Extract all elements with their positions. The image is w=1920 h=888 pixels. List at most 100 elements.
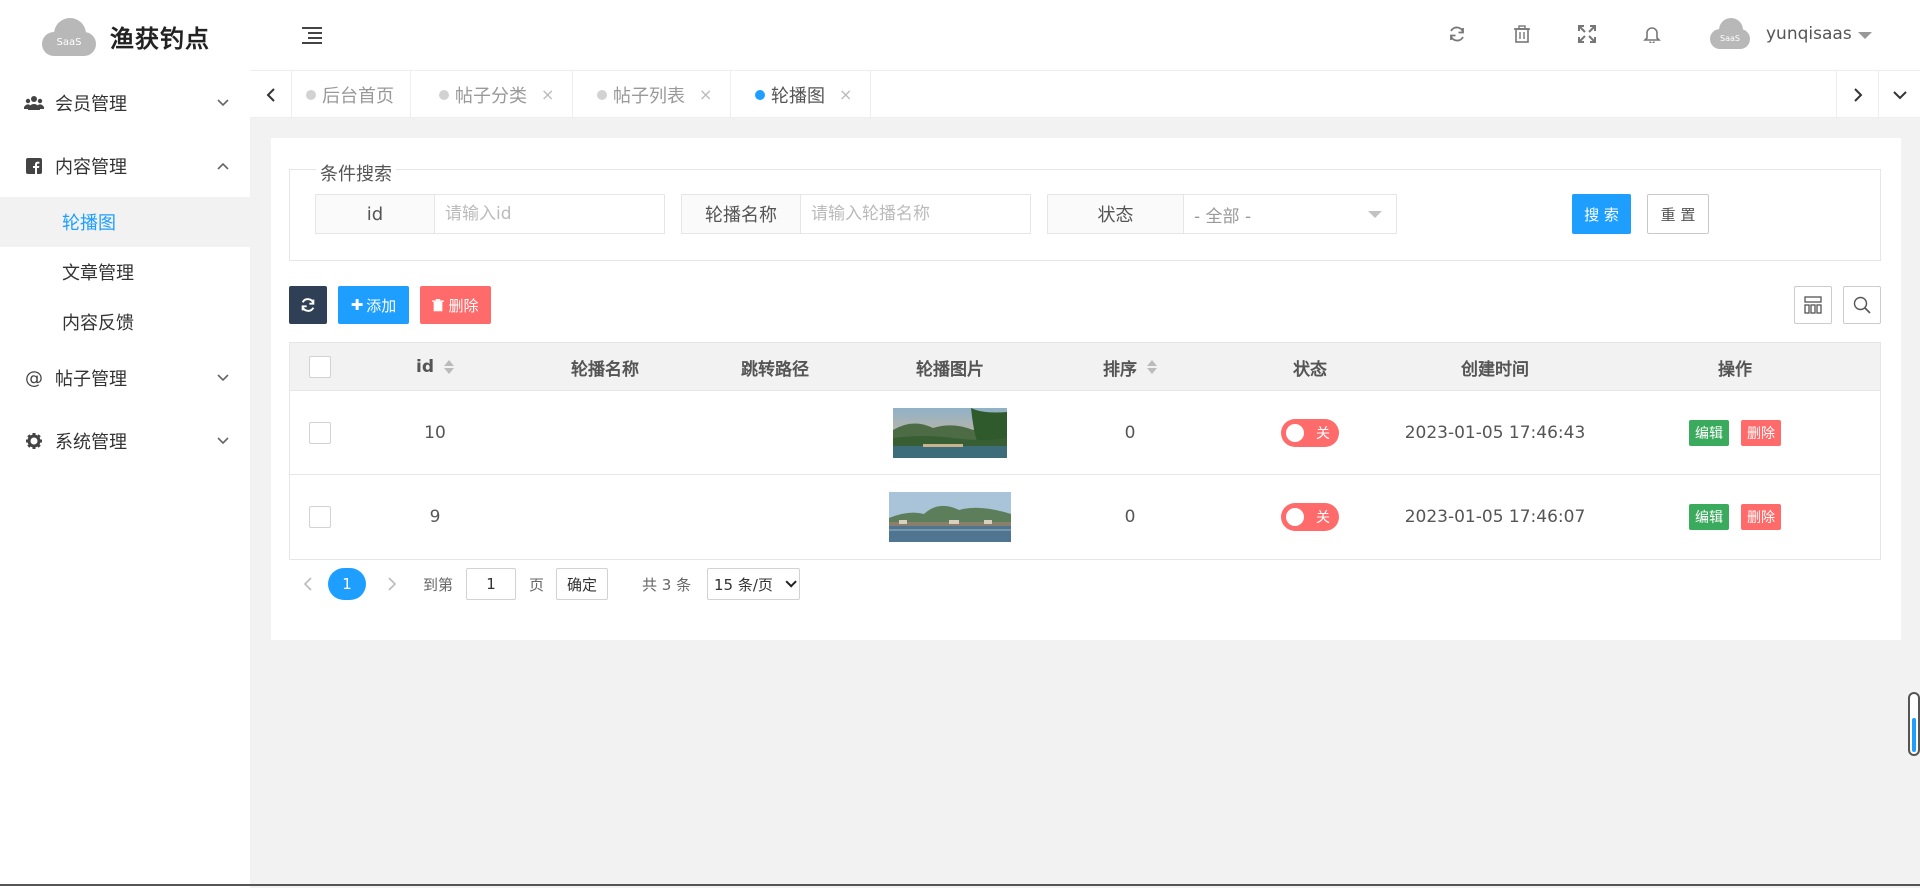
status-select[interactable]: - 全部 -: [1184, 195, 1396, 233]
select-all-cell: [290, 343, 350, 391]
column-filter-button[interactable]: [1794, 286, 1832, 324]
column-header-image: 轮播图片: [916, 359, 984, 380]
menu-toggle-icon[interactable]: [302, 26, 322, 44]
tab-carousel[interactable]: 轮播图 ×: [737, 71, 872, 118]
users-icon: [24, 93, 44, 113]
landscape-thumbnail[interactable]: [893, 408, 1007, 458]
delete-row-button[interactable]: 删除: [1741, 420, 1781, 446]
close-icon[interactable]: ×: [699, 85, 712, 104]
goto-confirm-button[interactable]: 确定: [556, 568, 609, 600]
trash-icon: [432, 298, 445, 311]
chevron-down-icon: [217, 374, 229, 382]
status-toggle[interactable]: 关: [1281, 503, 1339, 531]
sidebar-item-carousel[interactable]: 轮播图: [0, 197, 250, 247]
status-toggle[interactable]: 关: [1281, 419, 1339, 447]
tab-dot: [439, 89, 449, 100]
cell-status: 关: [1220, 391, 1400, 475]
sort-icon[interactable]: [1147, 360, 1157, 374]
row-checkbox-cell: [290, 391, 350, 475]
tab-dashboard[interactable]: 后台首页: [292, 71, 411, 118]
id-input[interactable]: [435, 195, 664, 233]
table-row: 10 0 关 2023-01-05 17:46:43 编辑 删除: [290, 391, 1880, 475]
cell-sort: 0: [1124, 507, 1136, 527]
sidebar-item-label: 内容反馈: [62, 313, 134, 334]
sidebar-group-label: 内容管理: [55, 157, 127, 178]
reset-button[interactable]: 重 置: [1647, 194, 1709, 234]
sidebar-group-posts[interactable]: @ 帖子管理: [0, 353, 250, 403]
scrollbar-handle[interactable]: [1908, 692, 1920, 756]
tabs-scroll-left-button[interactable]: [250, 71, 292, 118]
prev-page-button[interactable]: [303, 568, 313, 600]
chevron-down-icon: [217, 99, 229, 107]
bell-icon[interactable]: [1640, 22, 1664, 46]
sidebar-group-content[interactable]: 内容管理: [0, 141, 250, 191]
page-unit-label: 页: [529, 575, 545, 594]
edit-button[interactable]: 编辑: [1689, 420, 1729, 446]
tab-label: 后台首页: [322, 85, 394, 107]
toggle-search-button[interactable]: [1843, 286, 1881, 324]
columns-icon: [1804, 296, 1822, 314]
created-time: 2023-01-05 17:46:43: [1404, 423, 1586, 443]
cloud-logo-icon: SaaS: [42, 16, 96, 56]
pagination: 1 到第 页 确定 共 3 条 15 条/页: [289, 568, 1189, 600]
avatar-badge: SaaS: [1720, 34, 1740, 43]
tabs-menu-button[interactable]: [1878, 71, 1920, 118]
at-icon: @: [25, 367, 43, 389]
trash-icon[interactable]: [1510, 22, 1534, 46]
sidebar: 会员管理 内容管理 轮播图 文章管理 内容反馈 @ 帖子管理 系统管理: [0, 70, 250, 888]
username[interactable]: yunqisaas: [1766, 24, 1852, 44]
page-size-select[interactable]: 15 条/页: [707, 568, 800, 600]
sort-icon[interactable]: [444, 360, 454, 374]
edit-button[interactable]: 编辑: [1689, 504, 1729, 530]
plus-icon: ✚: [350, 296, 364, 314]
refresh-icon[interactable]: [1445, 22, 1469, 46]
sidebar-group-members[interactable]: 会员管理: [0, 78, 250, 128]
sidebar-item-articles[interactable]: 文章管理: [0, 247, 250, 297]
column-header-path: 跳转路径: [741, 359, 809, 380]
refresh-button[interactable]: [289, 286, 327, 324]
main-card: 条件搜索 id 轮播名称 状态 - 全部 - 搜 索 重 置 ✚ 添加 删除: [271, 138, 1901, 640]
cell-status: 关: [1220, 475, 1400, 559]
page-size-value: 15 条/页: [714, 575, 773, 594]
search-button[interactable]: 搜 索: [1572, 194, 1631, 234]
goto-page-input[interactable]: [466, 568, 516, 600]
tab-dot: [755, 89, 765, 100]
created-time: 2023-01-05 17:46:07: [1404, 507, 1586, 527]
tab-post-categories[interactable]: 帖子分类 ×: [421, 71, 574, 118]
cell-created: 2023-01-05 17:46:07: [1400, 475, 1590, 559]
cell-name: [520, 391, 690, 475]
sidebar-item-label: 轮播图: [62, 213, 116, 234]
sidebar-item-label: 文章管理: [62, 263, 134, 284]
next-page-button[interactable]: [387, 568, 397, 600]
row-checkbox[interactable]: [309, 422, 331, 444]
column-header-sort[interactable]: 排序: [1040, 343, 1220, 391]
close-icon[interactable]: ×: [839, 85, 852, 104]
fullscreen-icon[interactable]: [1575, 22, 1599, 46]
delete-row-button[interactable]: 删除: [1741, 504, 1781, 530]
logo-badge: SaaS: [56, 37, 82, 48]
name-input[interactable]: [801, 195, 1030, 233]
row-checkbox[interactable]: [309, 506, 331, 528]
logo[interactable]: SaaS 渔获钓点: [42, 16, 210, 56]
tab-dot: [597, 89, 607, 100]
column-header-actions: 操作: [1718, 359, 1752, 380]
cell-id: 10: [424, 423, 446, 443]
lake-thumbnail[interactable]: [889, 492, 1011, 542]
sidebar-item-feedback[interactable]: 内容反馈: [0, 297, 250, 347]
tab-post-list[interactable]: 帖子列表 ×: [579, 71, 732, 118]
column-header-id[interactable]: id: [350, 343, 520, 391]
caret-down-icon[interactable]: [1858, 32, 1872, 39]
sidebar-group-system[interactable]: 系统管理: [0, 416, 250, 466]
delete-label: 删除: [448, 296, 479, 315]
cell-path: [690, 475, 860, 559]
add-button[interactable]: ✚ 添加: [338, 286, 409, 324]
gear-icon: [24, 431, 44, 451]
select-all-checkbox[interactable]: [309, 356, 331, 378]
tabs-scroll-right-button[interactable]: [1836, 71, 1878, 118]
delete-button[interactable]: 删除: [420, 286, 491, 324]
page-button-current[interactable]: 1: [328, 568, 366, 600]
status-select-value: - 全部 -: [1194, 206, 1252, 227]
name-field: 轮播名称: [681, 194, 1031, 234]
close-icon[interactable]: ×: [541, 85, 554, 104]
avatar[interactable]: SaaS: [1710, 16, 1750, 50]
